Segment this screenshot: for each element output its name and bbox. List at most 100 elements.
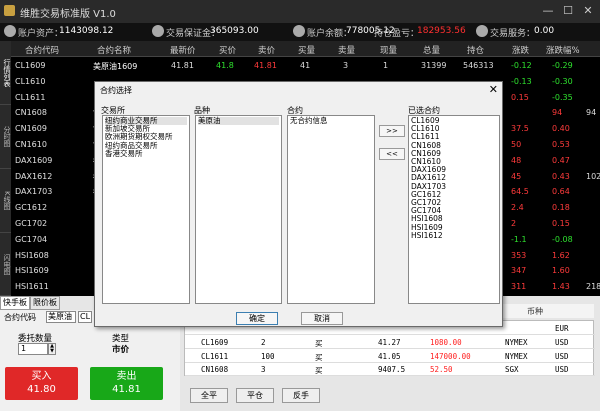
cell-name: 美原油1609 <box>93 62 138 71</box>
col-chg[interactable]: 涨跌 <box>512 44 529 56</box>
side-tab-timeshare[interactable]: 分时图 <box>0 105 11 169</box>
cell-code: CN1609 <box>15 124 47 134</box>
position-row[interactable]: CN1608 3 买 9407.5 52.50 SGX USD <box>185 362 595 377</box>
add-contract-button[interactable]: >> <box>379 125 405 137</box>
col-oi[interactable]: 持仓 <box>467 44 484 56</box>
cell-pct: 0.40 <box>552 124 570 134</box>
pos-cell-exch: SGX <box>505 365 519 375</box>
cell-last: 41.81 <box>171 61 194 70</box>
cell-chg: 2.4 <box>511 203 524 213</box>
col-code[interactable]: 合约代码 <box>25 44 59 56</box>
cell-pct: 1.62 <box>552 250 570 260</box>
code-input-suffix[interactable]: CL <box>78 311 92 323</box>
window-title: 维胜交易标准版 V1.0 <box>20 9 116 20</box>
contract-select-dialog: 合约选择 ✕ 交易所 品种 合约 已选合约 纽约商业交易所 新加坡交易所 欧洲期货期… <box>94 81 503 327</box>
tab-quick-board[interactable]: 快手板 <box>0 296 30 310</box>
pos-cell-price: 41.05 <box>378 351 401 361</box>
cell-chg: 2 <box>511 219 517 228</box>
cell-chg: 311 <box>511 282 527 292</box>
contract-list[interactable]: 无合约信息 <box>287 115 375 304</box>
col-askv[interactable]: 卖量 <box>338 44 355 56</box>
list-item[interactable]: HSI1612 <box>411 231 497 240</box>
sell-price: 41.81 <box>112 384 141 395</box>
cell-oi: 546313 <box>463 61 494 70</box>
maximize-button[interactable]: ☐ <box>560 3 576 19</box>
pnl-label: 持仓盈亏： <box>374 29 420 39</box>
col-cur[interactable]: 现量 <box>380 44 397 56</box>
minimize-button[interactable]: — <box>540 3 556 19</box>
cell-chg: 50 <box>511 140 522 149</box>
col-currency: 币种 <box>527 307 543 316</box>
close-position-button[interactable]: 平仓 <box>236 388 274 403</box>
side-tab-lightning[interactable]: 闪电图 <box>0 233 11 296</box>
qty-stepper[interactable]: ▲ ▼ <box>48 343 56 355</box>
close-window-button[interactable]: ✕ <box>580 3 596 19</box>
pos-cell-code: CL1611 <box>201 351 229 361</box>
cell-chg: 347 <box>511 266 527 276</box>
cell-code: CL1609 <box>15 61 46 70</box>
selected-list[interactable]: CL1609 CL1610 CL1611 CN1608 CN1609 CN1610 DAX1… <box>408 115 500 304</box>
pos-cell-amount: 1080.00 <box>430 337 462 347</box>
col-bidv[interactable]: 买量 <box>298 44 315 56</box>
dialog-close-icon[interactable]: ✕ <box>489 83 498 96</box>
quote-table-header: 合约代码 合约名称 最新价 买价 卖价 买量 卖量 现量 总量 持仓 涨跌 涨跌… <box>11 41 600 57</box>
cell-code: HSI1611 <box>15 282 49 292</box>
position-row[interactable]: CL1609 2 买 41.27 1080.00 NYMEX USD <box>185 335 595 349</box>
cell-pct: -0.30 <box>552 76 573 86</box>
cell-code: CN1610 <box>15 140 47 149</box>
tab-limit-board[interactable]: 限价板 <box>30 296 60 310</box>
cell-cur: 1 <box>383 61 389 70</box>
buy-price: 41.80 <box>27 384 56 395</box>
code-input[interactable]: 美原油 <box>46 311 76 323</box>
col-last[interactable]: 最新价 <box>170 44 196 56</box>
pos-cell-ccy: EUR <box>555 324 569 333</box>
pnl-value: 182953.56 <box>417 26 466 36</box>
cancel-button[interactable]: 取消 <box>301 312 343 325</box>
col-ask[interactable]: 卖价 <box>258 44 275 56</box>
qty-input[interactable]: 1 <box>18 343 48 355</box>
cell-chg: 37.5 <box>511 124 529 134</box>
cell-code: DAX1703 <box>15 187 53 197</box>
cell-chg: -1.1 <box>511 234 527 244</box>
side-tab-quotes[interactable]: 行情列表 <box>0 41 11 105</box>
assets-value: 1143098.12 <box>59 26 114 36</box>
pos-cell-exch: NYMEX <box>505 337 528 347</box>
pos-cell-qty: 100 <box>261 351 275 361</box>
position-row[interactable]: CL1611 100 买 41.05 147000.00 NYMEX USD <box>185 349 595 363</box>
sell-button[interactable]: 卖出 41.81 <box>90 367 163 400</box>
cell-code: HSI1609 <box>15 266 49 276</box>
pos-cell-ccy: USD <box>555 351 569 361</box>
fee-label: 交易服务： <box>490 29 536 39</box>
close-all-button[interactable]: 全平 <box>190 388 228 403</box>
product-list[interactable]: 美原油 <box>195 115 282 304</box>
list-item[interactable]: 美原油 <box>198 116 279 126</box>
cell-extra: 1022 <box>586 171 600 181</box>
cell-pct: 1.60 <box>552 266 570 276</box>
list-item[interactable]: 无合约信息 <box>290 116 372 125</box>
col-vol[interactable]: 总量 <box>423 44 440 56</box>
col-bid[interactable]: 买价 <box>219 44 236 56</box>
cell-chg: 64.5 <box>511 187 529 197</box>
positions-table: EUR CL1609 2 买 41.27 1080.00 NYMEX USD CL1611 100… <box>184 320 595 377</box>
sell-label: 卖出 <box>116 371 137 382</box>
remove-contract-button[interactable]: << <box>379 148 405 160</box>
ok-button[interactable]: 确定 <box>236 312 278 325</box>
cell-bid: 41.8 <box>216 61 234 70</box>
cell-chg: 45 <box>511 171 522 181</box>
quote-row[interactable]: CL1609 美原油1609 41.81 41.8 41.81 41 3 1 31399 5463… <box>11 58 600 73</box>
list-item[interactable]: 香港交易所 <box>105 149 187 158</box>
app-logo-icon <box>4 5 15 16</box>
col-name[interactable]: 合约名称 <box>97 44 131 56</box>
cell-vol: 31399 <box>421 61 447 70</box>
pos-cell-side: 买 <box>315 352 323 362</box>
buy-button[interactable]: 买入 41.80 <box>5 367 78 400</box>
reverse-button[interactable]: 反手 <box>282 388 320 403</box>
side-tab-kline[interactable]: K线图 <box>0 169 11 233</box>
pos-cell-qty: 2 <box>261 337 266 347</box>
pos-cell-code: CL1609 <box>201 337 229 347</box>
cell-chg: -0.13 <box>511 76 532 86</box>
col-pct[interactable]: 涨跌幅% <box>546 44 580 56</box>
exchange-list[interactable]: 纽约商业交易所 新加坡交易所 欧洲期货期权交易所 纽约商品交易所 香港交易所 <box>102 115 190 304</box>
pos-cell-ccy: USD <box>555 337 569 347</box>
pos-cell-price: 41.27 <box>378 337 401 347</box>
